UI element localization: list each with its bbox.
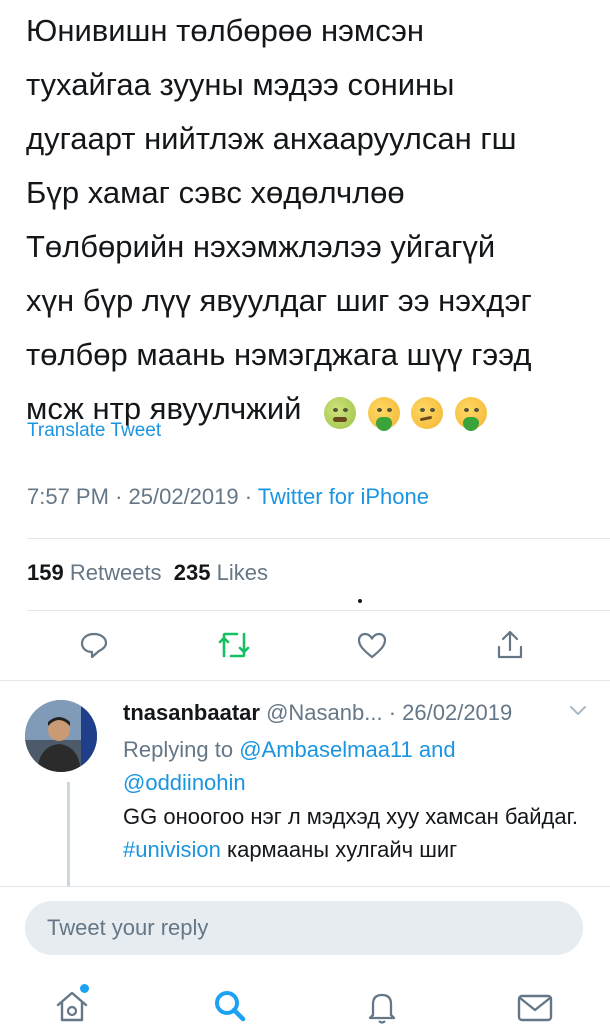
woozy-face-icon — [411, 396, 444, 429]
chevron-down-icon — [570, 706, 586, 715]
replying-prefix: Replying to — [123, 737, 234, 762]
vomiting-face-icon — [455, 396, 488, 431]
likes-label: Likes — [216, 560, 268, 585]
tab-messages[interactable] — [515, 988, 555, 1028]
tweet-date: 25/02/2019 — [128, 484, 239, 509]
tweet-line: төлбөр маань нэмэгджага шүү гээд — [26, 337, 532, 372]
replying-to-user-2[interactable]: @oddiinohin — [123, 770, 246, 795]
reply-composer-bar: Tweet your reply — [0, 886, 610, 967]
reply-text: GG оноогоо нэг л мэдхэд хуу хамсан байда… — [123, 800, 593, 866]
reply-author-handle[interactable]: @Nasanb... — [266, 700, 383, 725]
tweet-line: Юнивишн төлбөрөө нэмсэн — [26, 13, 425, 48]
retweets-stat[interactable]: 159 Retweets — [27, 560, 162, 585]
meta-separator: · — [115, 484, 123, 509]
emoji-row — [324, 384, 490, 438]
retweets-label: Retweets — [69, 560, 162, 585]
vomiting-face-icon — [367, 396, 400, 431]
dot-mark — [358, 599, 362, 603]
replying-to: Replying to @Ambaselmaa11 and @oddiinohi… — [123, 733, 583, 799]
tab-search[interactable] — [210, 988, 250, 1028]
tweet-reply-input[interactable]: Tweet your reply — [25, 901, 583, 955]
reply-icon — [80, 632, 108, 659]
search-icon — [215, 991, 246, 1022]
tweet-actions — [0, 627, 610, 667]
tweet-stats: 159 Retweets 235 Likes — [27, 560, 268, 586]
tweet-source-link[interactable]: Twitter for iPhone — [258, 484, 429, 509]
likes-stat[interactable]: 235 Likes — [174, 560, 268, 585]
share-button[interactable] — [492, 627, 528, 663]
meta-separator: · — [244, 484, 253, 509]
retweet-icon — [218, 632, 250, 658]
like-icon — [357, 632, 387, 659]
reply-text-part: кармааны хулгайч шиг — [226, 837, 458, 862]
hashtag-link[interactable]: #univision — [123, 837, 221, 862]
home-icon — [56, 991, 88, 1022]
meta-separator: · — [388, 700, 397, 725]
tweet-meta: 7:57 PM · 25/02/2019 · Twitter for iPhon… — [27, 484, 429, 510]
replying-to-user-1[interactable]: @Ambaselmaa11 — [239, 737, 413, 762]
avatar-photo — [25, 700, 97, 772]
share-icon — [497, 630, 523, 659]
reply-button[interactable] — [76, 627, 112, 663]
thread-line — [67, 782, 70, 888]
reply-tweet[interactable]: tnasanbaatar @Nasanb... · 26/02/2019 Rep… — [0, 680, 610, 890]
more-options-button[interactable] — [568, 704, 588, 723]
tab-home[interactable] — [52, 984, 92, 1028]
tweet-time: 7:57 PM — [27, 484, 109, 509]
like-button[interactable] — [354, 627, 390, 663]
reply-author-name[interactable]: tnasanbaatar — [123, 700, 260, 725]
tweet-text: Юнивишн төлбөрөө нэмсэн тухайгаа зууны м… — [26, 4, 596, 438]
likes-count: 235 — [173, 560, 211, 585]
divider — [27, 610, 610, 611]
messages-icon — [517, 994, 553, 1022]
reply-text-part: GG оноогоо нэг л мэдхэд хуу хамсан байда… — [123, 804, 579, 829]
retweets-count: 159 — [27, 560, 64, 585]
reply-date: 26/02/2019 — [402, 700, 513, 725]
tweet-line: Бүр хамаг сэвс хөдөлчлөө — [26, 175, 405, 210]
tweet-line: хүн бүр лүү явуулдаг шиг ээ нэхдэг — [26, 283, 532, 318]
translate-tweet-link[interactable]: Translate Tweet — [27, 420, 161, 442]
bottom-tab-bar — [0, 968, 610, 1024]
retweet-button[interactable] — [216, 627, 252, 663]
tab-notifications[interactable] — [362, 988, 402, 1028]
tweet-line: тухайгаа зууны мэдээ сонины — [26, 67, 455, 102]
avatar[interactable] — [25, 700, 97, 772]
replying-and: and — [418, 737, 456, 762]
tweet-line: дугаарт нийтлэж анхааруулсан гш — [26, 121, 517, 156]
tweet-line: Төлбөрийн нэхэмжлэлээ уйгагүй — [26, 229, 496, 264]
divider — [27, 538, 610, 539]
notifications-icon — [368, 993, 396, 1024]
notification-dot — [80, 984, 89, 993]
reply-header: tnasanbaatar @Nasanb... · 26/02/2019 — [123, 700, 512, 726]
nauseated-face-icon — [324, 396, 357, 429]
